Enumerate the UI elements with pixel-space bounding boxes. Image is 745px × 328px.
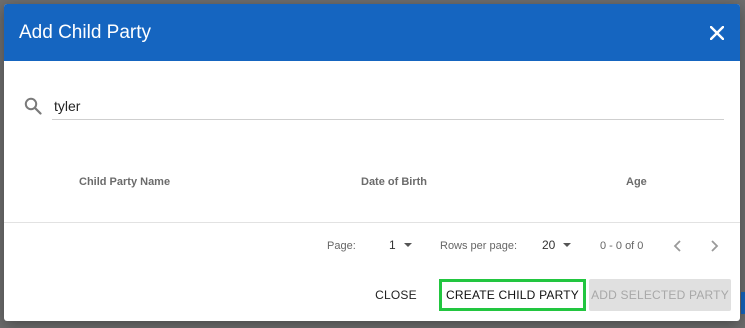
table-header: Child Party Name Date of Birth Age — [4, 174, 740, 192]
table-divider — [4, 222, 740, 223]
previous-page-icon[interactable] — [670, 238, 686, 254]
add-child-party-dialog: Add Child Party Child Party Name Date of… — [4, 4, 740, 321]
next-page-icon[interactable] — [706, 238, 722, 254]
rows-per-page-value: 20 — [542, 238, 556, 252]
column-header-age[interactable]: Age — [626, 176, 647, 188]
search-row — [22, 92, 724, 120]
pagination-range: 0 - 0 of 0 — [600, 240, 644, 252]
background-button-edge — [741, 292, 745, 314]
page-label: Page: — [327, 240, 356, 252]
create-child-party-button[interactable]: CREATE CHILD PARTY — [439, 279, 586, 311]
search-icon — [22, 95, 44, 117]
page-select-value: 1 — [389, 238, 396, 252]
rows-per-page-select[interactable]: 20 — [542, 238, 572, 252]
close-icon[interactable] — [708, 24, 726, 42]
chevron-down-icon — [563, 243, 572, 247]
close-button[interactable]: CLOSE — [368, 279, 424, 311]
column-header-child-party-name[interactable]: Child Party Name — [79, 176, 170, 188]
dialog-actions: CLOSE CREATE CHILD PARTY ADD SELECTED PA… — [4, 279, 740, 315]
dialog-title: Add Child Party — [19, 21, 152, 43]
page-select[interactable]: 1 — [389, 238, 412, 252]
pagination-bar: Page: 1 Rows per page: 20 0 - 0 of 0 — [4, 238, 740, 256]
rows-per-page-label: Rows per page: — [440, 240, 518, 252]
chevron-down-icon — [403, 243, 412, 247]
column-header-date-of-birth[interactable]: Date of Birth — [361, 176, 427, 188]
add-selected-party-button[interactable]: ADD SELECTED PARTY — [589, 279, 731, 311]
dialog-header: Add Child Party — [4, 4, 740, 61]
search-input[interactable] — [52, 92, 724, 120]
